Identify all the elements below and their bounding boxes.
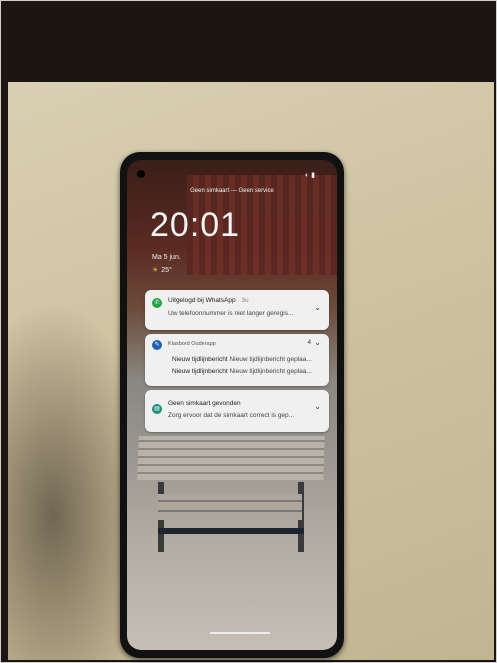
notification-app-name: Klasbord Ouderapp [168,341,216,347]
wallpaper-bench-base [158,528,304,534]
carrier-status: Geen simkaart — Geen service [190,188,274,194]
lock-clock: 20:01 [150,206,241,244]
notification-count: 4 [307,340,311,346]
chevron-down-icon[interactable]: ⌄ [314,402,321,411]
notification-line: Nieuw tijdlijnbericht Nieuw tijdlijnberi… [172,356,312,363]
klasbord-icon: ✎ [152,340,162,350]
notification-text: Zorg ervoor dat de simkaart correct is g… [168,412,295,419]
wallpaper-bench-seat [158,494,302,520]
battery-signal-icons: ◐ ▮ [305,172,316,179]
notification-time: · 3u [237,297,249,304]
temperature: 25° [161,267,172,274]
notification-title: Geen simkaart gevonden [168,400,241,407]
notification-line: Nieuw tijdlijnbericht Nieuw tijdlijnberi… [172,368,312,375]
weather-widget: ☀ 25° [152,266,172,274]
notification-whatsapp[interactable]: ✆ Uitgelogd bij WhatsApp · 3u Uw telefoo… [145,290,329,330]
notification-sim[interactable]: ▤ Geen simkaart gevonden Zorg ervoor dat… [145,390,329,432]
chevron-down-icon[interactable]: ⌄ [314,303,321,312]
sim-card-icon: ▤ [152,404,162,414]
front-camera [137,170,145,178]
home-indicator[interactable] [210,632,270,634]
lock-date: Ma 5 jun. [152,254,181,261]
notification-title: Uitgelogd bij WhatsApp [168,297,236,304]
notification-klasbord[interactable]: ✎ Klasbord Ouderapp 4 ⌄ Nieuw tijdlijnbe… [145,334,329,386]
wallpaper-bench-top [137,436,325,480]
sun-icon: ☀ [152,267,159,274]
whatsapp-icon: ✆ [152,298,162,308]
chevron-down-icon[interactable]: ⌄ [314,338,321,347]
notification-text: Uw telefoonnummer is niet langer geregis… [168,310,294,317]
